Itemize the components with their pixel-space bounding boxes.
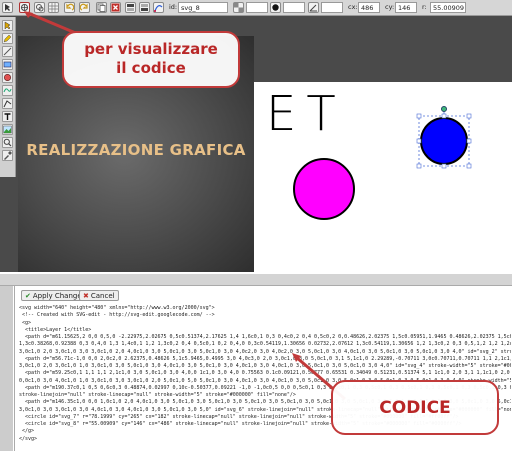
grid-icon[interactable]	[48, 2, 59, 13]
resize-grip-s[interactable]	[441, 163, 447, 169]
cy-input[interactable]: 146	[395, 2, 417, 13]
code-line: </svg>	[19, 435, 38, 442]
resize-grip-se[interactable]	[466, 163, 472, 169]
resize-grip-sw[interactable]	[416, 163, 422, 169]
presentation-title: REALIZZAZIONE GRAFICA	[26, 141, 246, 159]
convert-to-path-icon[interactable]	[153, 2, 164, 13]
move-to-top-icon[interactable]	[125, 2, 136, 13]
cx-label: cx:	[348, 3, 358, 11]
rotate-handle[interactable]	[441, 106, 447, 112]
resize-grip-ne[interactable]	[466, 113, 472, 119]
top-toolbar: id: svg_8 cx: 486 cy: 146 r: 55.00909	[0, 0, 512, 16]
magenta-circle[interactable]	[293, 158, 355, 220]
text-tool-icon[interactable]	[2, 111, 13, 122]
eyedropper-tool-icon[interactable]	[2, 150, 13, 161]
bottom-left-tool-strip	[0, 286, 13, 451]
blur-icon[interactable]	[270, 2, 281, 13]
resize-grip-nw[interactable]	[416, 113, 422, 119]
cancel-label: Cancel	[90, 292, 115, 300]
angle-icon[interactable]	[308, 2, 319, 13]
opacity-icon[interactable]	[233, 2, 244, 13]
select-icon[interactable]	[2, 2, 13, 13]
code-line: <!-- Created with SVG-edit - http://svg-…	[19, 312, 215, 319]
resize-grip-e[interactable]	[466, 138, 472, 144]
rectangle-tool-icon[interactable]	[2, 59, 13, 70]
id-input[interactable]: svg_8	[178, 2, 228, 13]
code-line: <g>	[19, 319, 32, 326]
undo-icon[interactable]	[64, 2, 75, 13]
callout-top-line2: il codice	[116, 59, 186, 77]
blue-circle[interactable]	[420, 117, 468, 165]
copy-icon[interactable]	[96, 2, 107, 13]
code-line: <path d="m56.71c-1,0 0,0 2,0c2,0 2.62375…	[19, 355, 511, 362]
cancel-icon: ✖	[83, 292, 89, 300]
cy-label: cy:	[385, 3, 395, 11]
id-label: id:	[169, 3, 178, 11]
code-line: 3,0c1,0 2,0 3,0c1,0 3,0 3,0c1,0 2,0 4,0c…	[19, 348, 511, 355]
source-code-icon[interactable]	[19, 2, 30, 13]
canvas-shapes	[293, 106, 472, 220]
callout-bottom: CODICE	[331, 380, 499, 435]
wireframe-icon[interactable]	[34, 2, 45, 13]
svg-source-panel: ✔ Apply Changes ✖ Cancel <svg width="640" …	[0, 274, 512, 451]
opacity-input[interactable]	[246, 2, 268, 13]
code-line: <path d="m61.15625,2 0,0 0,5,0 -2.22975,…	[25, 334, 511, 340]
ellipse-tool-icon[interactable]	[2, 72, 13, 83]
move-to-bottom-icon[interactable]	[139, 2, 150, 13]
freehand-shape-tool-icon[interactable]	[2, 85, 13, 96]
svg-canvas[interactable]: ET	[254, 82, 512, 272]
path-tool-icon[interactable]	[2, 98, 13, 109]
apply-changes-label: Apply Changes	[32, 292, 86, 300]
line-tool-icon[interactable]	[2, 46, 13, 57]
angle-input[interactable]	[321, 2, 343, 13]
redo-icon[interactable]	[79, 2, 90, 13]
zoom-tool-icon[interactable]	[2, 137, 13, 148]
cancel-button[interactable]: ✖ Cancel	[79, 290, 119, 301]
code-line: 3,0c1,0 2,0 3,0c1,0 1,0 3,0c1,0 3,0 5,0c…	[19, 363, 511, 369]
code-line: 1,3c0.38268,0.92388 0,3 0,4,0 1,3 1,4c0,…	[19, 341, 511, 348]
svg-edit-top-panel: id: svg_8 cx: 486 cy: 146 r: 55.00909 RE…	[0, 0, 512, 272]
select-tool-icon[interactable]	[2, 20, 13, 31]
code-line: <title>Layer 1</title>	[19, 326, 92, 333]
check-icon: ✔	[25, 292, 31, 300]
callout-top-line1: per visualizzare	[84, 40, 218, 58]
bottom-toolbar-strip	[0, 274, 512, 286]
r-label: r:	[422, 3, 427, 11]
pencil-tool-icon[interactable]	[2, 33, 13, 44]
cx-input[interactable]: 486	[358, 2, 380, 13]
resize-grip-w[interactable]	[416, 138, 422, 144]
callout-top: per visualizzare il codice	[62, 31, 240, 88]
left-tool-panel	[0, 17, 16, 177]
delete-icon[interactable]	[110, 2, 121, 13]
code-line: <path d="m59.25c0,1 1,1 1,1 2,1c1,0 3,0 …	[25, 370, 510, 377]
callout-bottom-label: CODICE	[379, 398, 451, 418]
image-tool-icon[interactable]	[2, 124, 13, 135]
blur-input[interactable]	[283, 2, 305, 13]
code-line: <svg width="640" height="480" xmlns="htt…	[19, 305, 215, 311]
r-input[interactable]: 55.00909	[430, 2, 466, 13]
resize-grip-n[interactable]	[441, 113, 447, 119]
